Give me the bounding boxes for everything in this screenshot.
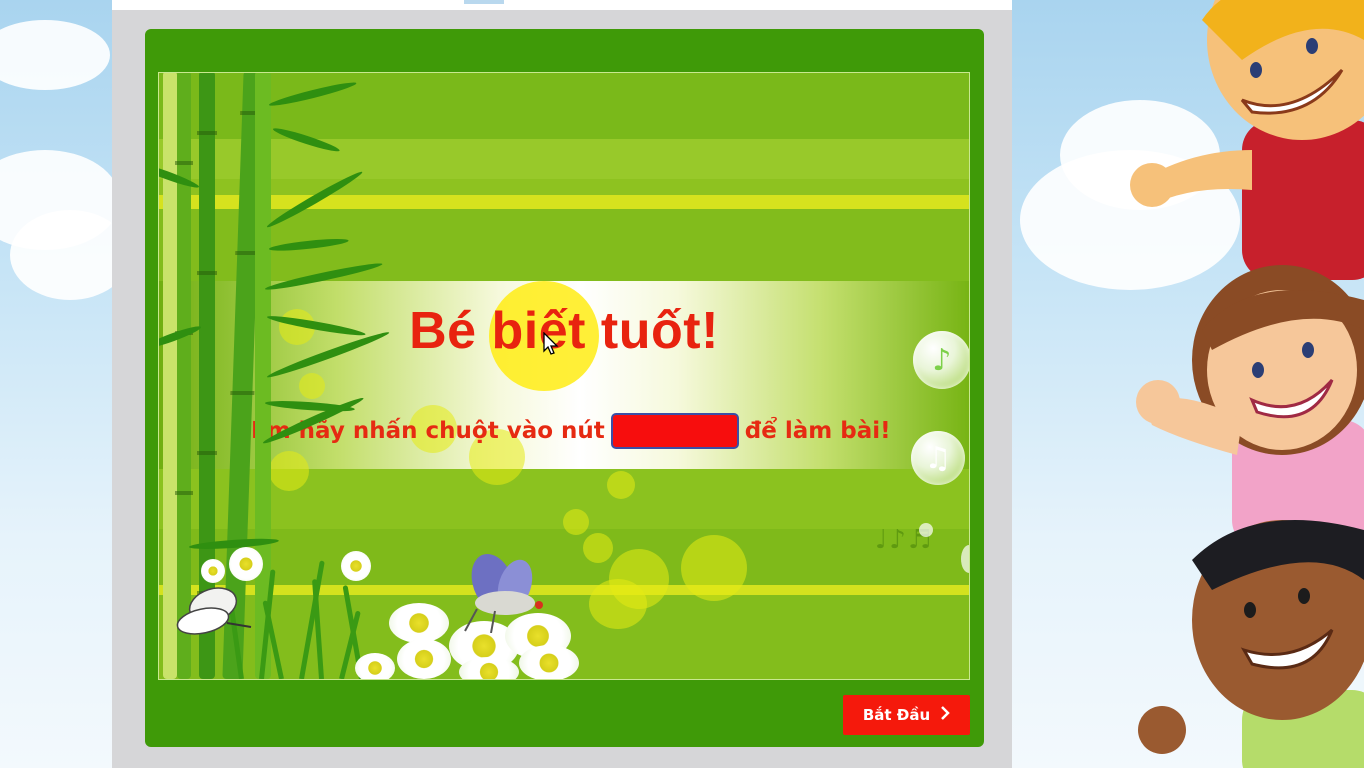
daisy-flower <box>355 653 395 679</box>
kid-girl-pink <box>1136 265 1364 550</box>
kid-boy-green-shirt <box>1138 520 1364 768</box>
butterfly-white <box>176 587 252 635</box>
slide-canvas: ♪ ♫ ♩♪♬ Bé biết tuốt! Em hãy nhấn chuột … <box>158 72 970 680</box>
chevron-right-icon <box>940 706 950 724</box>
daisy-flower <box>519 645 579 679</box>
page-top-bar <box>112 0 1012 10</box>
bubble-decoration <box>681 535 747 601</box>
bubble-decoration <box>269 451 309 491</box>
start-button-label: Bắt Đầu <box>862 706 931 724</box>
instruction-text-after: để làm bài! <box>744 418 891 444</box>
cloud-decoration <box>0 20 110 90</box>
kid-blond-red-shirt <box>1130 0 1364 280</box>
daisy-flower <box>201 559 225 583</box>
music-note-bubble: ♫ <box>911 431 965 485</box>
slide-instruction: Em hãy nhấn chuột vào nút để làm bài! <box>251 413 891 449</box>
daisy-flower <box>459 657 519 679</box>
background-band <box>159 179 969 195</box>
daisy-flower <box>341 551 371 581</box>
bubble-decoration <box>961 545 969 573</box>
bubble-decoration <box>919 523 933 537</box>
bubble-decoration <box>299 373 325 399</box>
daisy-flower <box>389 603 449 643</box>
bubble-decoration <box>583 533 613 563</box>
slide-title: Bé biết tuốt! <box>409 302 719 360</box>
page-tab <box>464 0 504 4</box>
butterfly-purple <box>464 553 543 633</box>
background-band <box>159 139 969 179</box>
bubble-decoration <box>589 579 647 629</box>
bubble-decoration <box>563 509 589 535</box>
daisy-flower <box>397 639 451 679</box>
start-button-reference <box>610 413 739 449</box>
daisy-flower <box>229 547 263 581</box>
mouse-cursor-icon <box>543 332 559 355</box>
bubble-decoration <box>607 471 635 499</box>
background-band <box>159 195 969 209</box>
start-button[interactable]: Bắt Đầu <box>843 695 970 735</box>
cartoon-kids-illustration <box>1130 0 1364 768</box>
